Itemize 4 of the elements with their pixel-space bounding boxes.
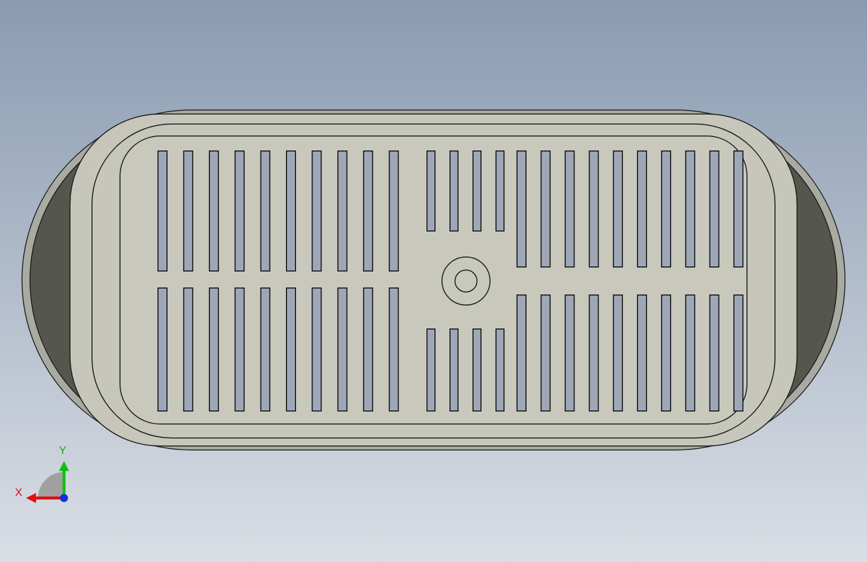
axis-label: X xyxy=(15,487,22,499)
triad-quadrant-icon xyxy=(38,472,64,498)
axis-triad-icon xyxy=(26,461,69,503)
axis-label: Y xyxy=(59,445,66,457)
